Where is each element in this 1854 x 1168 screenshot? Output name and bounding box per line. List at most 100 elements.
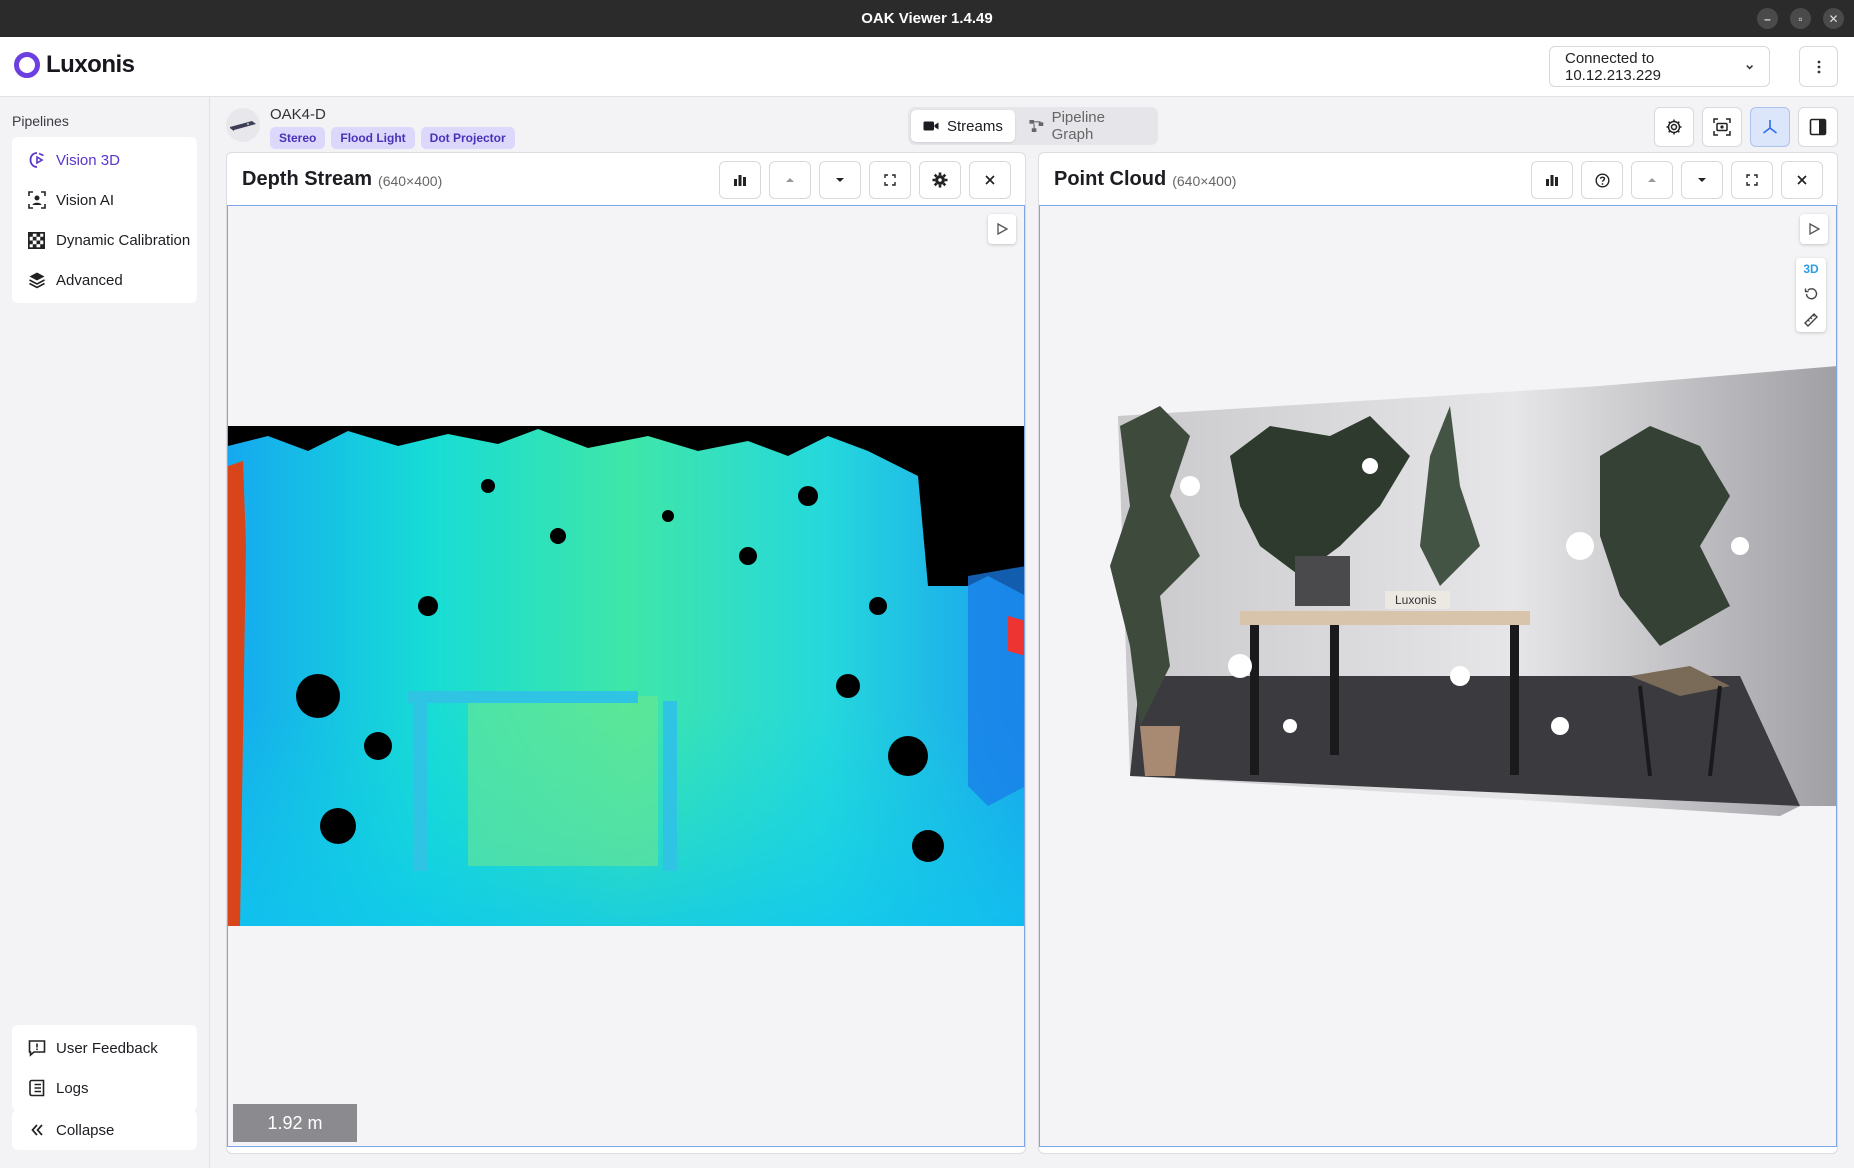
panel-header: Depth Stream (640×400) [227,153,1025,205]
tab-streams-label: Streams [947,117,1003,135]
move-down-button[interactable] [819,161,861,199]
pipelines-heading: Pipelines [12,113,69,129]
panel-resolution: (640×400) [378,172,443,189]
minimize-icon[interactable]: – [1757,8,1778,29]
play-cursor-icon [997,222,1009,236]
move-up-button[interactable] [1631,161,1673,199]
connection-dropdown[interactable]: Connected to 10.12.213.229 [1549,46,1770,87]
axes-3d-icon [1763,120,1777,134]
caret-down-icon [1698,178,1706,182]
sidebar-item-dynamic-calibration[interactable]: Dynamic Calibration [12,220,197,260]
sidebar-item-label: Dynamic Calibration [56,231,191,249]
logs-icon [27,1079,46,1098]
collapse-button[interactable]: Collapse [12,1113,197,1147]
tab-pipeline-graph[interactable]: Pipeline Graph [1017,109,1155,143]
chip-flood-light: Flood Light [331,127,415,149]
sidebar-item-label: Advanced [56,271,123,289]
point-cloud-panel: Point Cloud (640×400) 3D Luxonis [1038,152,1838,1154]
panel-header: Point Cloud (640×400) [1039,153,1837,205]
luxonis-box-label: Luxonis [1395,593,1436,607]
sidebar: Pipelines Vision 3D Vision AI Dynamic Ca… [0,97,210,1168]
layers-icon [27,271,46,290]
move-up-button[interactable] [769,161,811,199]
brand-logo: Luxonis [14,51,135,79]
help-circle-icon [1594,172,1610,188]
maximize-icon[interactable]: ▫ [1790,8,1811,29]
close-window-icon[interactable]: ✕ [1823,8,1844,29]
panel-title: Point Cloud [1054,167,1167,190]
ruler-icon[interactable] [1803,312,1819,328]
chevron-down-icon [1745,64,1753,69]
side-panel-icon [1809,118,1827,136]
settings-tool-button[interactable] [1654,107,1694,147]
reset-view-icon[interactable] [1803,286,1819,302]
fullscreen-button[interactable] [869,161,911,199]
fullscreen-button[interactable] [1731,161,1773,199]
video-camera-icon [923,121,939,131]
sidebar-item-label: User Feedback [56,1039,158,1057]
panel-title: Depth Stream [242,167,373,190]
window-title: OAK Viewer 1.4.49 [861,10,993,27]
gear-outline-icon [1666,119,1682,135]
sidebar-item-advanced[interactable]: Advanced [12,260,197,300]
device-camera-icon [226,108,260,142]
sidebar-item-vision-3d[interactable]: Vision 3D [12,140,197,180]
device-feature-chips: Stereo Flood Light Dot Projector [270,127,515,149]
device-info: OAK4-D Stereo Flood Light Dot Projector [226,104,515,149]
panel-actions [719,161,1011,199]
depth-stream-panel: Depth Stream (640×400) 1.92 m [226,152,1026,1154]
pipelines-list: Vision 3D Vision AI Dynamic Calibration … [12,137,197,303]
person-frame-icon [27,191,46,210]
caret-up-icon [786,178,794,182]
chip-stereo: Stereo [270,127,326,149]
axes-tool-button[interactable] [1750,107,1790,147]
bar-chart-icon [1546,175,1558,186]
depth-viewport[interactable]: 1.92 m [227,205,1025,1147]
brand-name: Luxonis [46,51,135,78]
luxonis-logo-icon [14,52,40,78]
depth-image [228,426,1024,926]
stream-settings-button[interactable] [919,161,961,199]
caret-down-icon [836,178,844,182]
mode-3d-toggle[interactable]: 3D [1803,262,1818,276]
pointer-tool-button[interactable] [1800,214,1828,244]
layout-tool-button[interactable] [1798,107,1838,147]
app-header: Luxonis Connected to 10.12.213.229 [0,37,1854,97]
sidebar-item-label: Vision 3D [56,151,120,169]
move-down-button[interactable] [1681,161,1723,199]
stats-button[interactable] [719,161,761,199]
collapse-label: Collapse [56,1121,115,1139]
window-controls: – ▫ ✕ [1757,8,1844,29]
fullscreen-icon [884,174,896,186]
close-icon [1797,175,1807,185]
panel-actions [1531,161,1823,199]
vision-3d-icon [27,151,46,170]
connection-label: Connected to 10.12.213.229 [1565,49,1661,84]
scan-person-icon [1713,118,1731,136]
tab-streams[interactable]: Streams [911,110,1015,142]
stats-button[interactable] [1531,161,1573,199]
view-tools [1654,107,1838,147]
chip-dot-projector: Dot Projector [420,127,515,149]
detection-tool-button[interactable] [1702,107,1742,147]
close-icon [985,175,995,185]
help-button[interactable] [1581,161,1623,199]
point-cloud-viewport[interactable]: 3D Luxonis [1039,205,1837,1147]
close-panel-button[interactable] [1781,161,1823,199]
sidebar-item-logs[interactable]: Logs [12,1068,197,1108]
caret-up-icon [1648,178,1656,182]
kebab-icon [1817,60,1820,73]
distance-readout: 1.92 m [233,1104,357,1142]
main-area: OAK4-D Stereo Flood Light Dot Projector … [210,97,1854,1168]
sidebar-item-user-feedback[interactable]: User Feedback [12,1028,197,1068]
device-name: OAK4-D [270,106,326,123]
tab-pipeline-graph-label: Pipeline Graph [1051,109,1105,143]
close-panel-button[interactable] [969,161,1011,199]
play-cursor-icon [1809,222,1821,236]
more-menu-button[interactable] [1799,46,1838,87]
sidebar-item-label: Logs [56,1079,89,1097]
sidebar-item-vision-ai[interactable]: Vision AI [12,180,197,220]
gear-icon [932,172,948,188]
pointer-tool-button[interactable] [988,214,1016,244]
feedback-icon [27,1039,46,1058]
